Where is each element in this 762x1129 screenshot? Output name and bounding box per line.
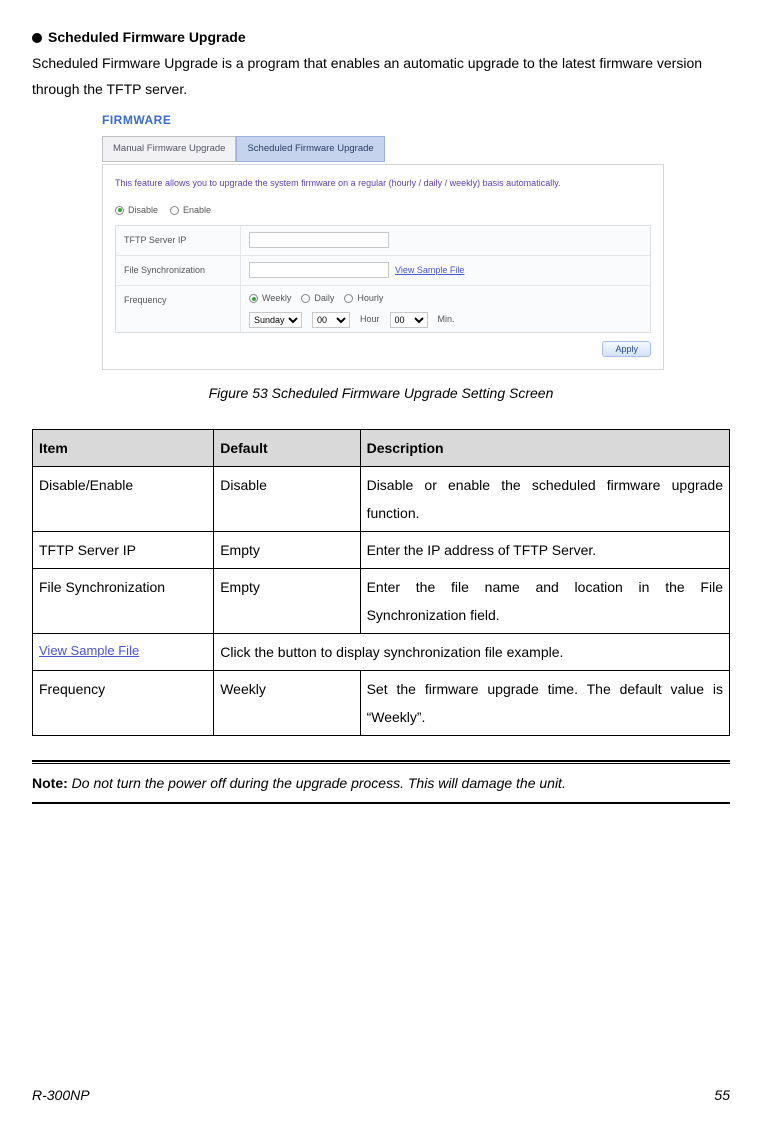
- table-row: TFTP Server IP Empty Enter the IP addres…: [33, 531, 730, 568]
- cell-desc: Enter the IP address of TFTP Server.: [360, 531, 729, 568]
- row-filesync: File Synchronization View Sample File: [116, 256, 650, 286]
- input-filesync[interactable]: [249, 262, 389, 278]
- footer-page: 55: [714, 1082, 730, 1109]
- cell-default: Empty: [214, 568, 360, 633]
- spec-table: Item Default Description Disable/Enable …: [32, 429, 730, 736]
- select-min[interactable]: 00: [390, 312, 428, 328]
- radio-enable[interactable]: [170, 206, 179, 215]
- daily-label: Daily: [314, 290, 334, 307]
- th-description: Description: [360, 429, 729, 466]
- note-text: Do not turn the power off during the upg…: [68, 775, 566, 791]
- table-row: File Synchronization Empty Enter the fil…: [33, 568, 730, 633]
- table-row: Disable/Enable Disable Disable or enable…: [33, 466, 730, 531]
- page-footer: R-300NP 55: [32, 1082, 730, 1109]
- label-filesync: File Synchronization: [116, 256, 241, 285]
- table-row: View Sample File Click the button to dis…: [33, 633, 730, 670]
- view-sample-link[interactable]: View Sample File: [395, 262, 464, 279]
- divider: [32, 760, 730, 762]
- note-label: Note:: [32, 775, 68, 791]
- firmware-panel: This feature allows you to upgrade the s…: [102, 164, 664, 371]
- hourly-label: Hourly: [357, 290, 383, 307]
- divider: [32, 802, 730, 804]
- tab-manual[interactable]: Manual Firmware Upgrade: [102, 136, 236, 162]
- firmware-brand: FIRMWARE: [102, 109, 664, 132]
- label-frequency: Frequency: [116, 286, 241, 332]
- intro-paragraph: Scheduled Firmware Upgrade is a program …: [32, 50, 730, 103]
- cell-item: Frequency: [33, 670, 214, 735]
- figure-caption: Figure 53 Scheduled Firmware Upgrade Set…: [32, 380, 730, 407]
- cell-desc: Set the firmware upgrade time. The defau…: [360, 670, 729, 735]
- note-block: Note: Do not turn the power off during t…: [32, 760, 730, 805]
- radio-daily[interactable]: [301, 294, 310, 303]
- select-hour[interactable]: 00: [312, 312, 350, 328]
- weekly-label: Weekly: [262, 290, 291, 307]
- table-header-row: Item Default Description: [33, 429, 730, 466]
- section-heading: Scheduled Firmware Upgrade: [32, 28, 730, 48]
- cell-desc-full: Click the button to display synchronizat…: [214, 633, 730, 670]
- footer-model: R-300NP: [32, 1082, 90, 1109]
- firmware-figure: FIRMWARE Manual Firmware Upgrade Schedul…: [102, 109, 664, 370]
- apply-button[interactable]: Apply: [602, 341, 651, 357]
- panel-description: This feature allows you to upgrade the s…: [115, 175, 651, 192]
- row-tftp: TFTP Server IP: [116, 226, 650, 256]
- firmware-form: TFTP Server IP File Synchronization View…: [115, 225, 651, 333]
- radio-disable[interactable]: [115, 206, 124, 215]
- th-default: Default: [214, 429, 360, 466]
- disable-label: Disable: [128, 202, 158, 219]
- divider: [32, 763, 730, 764]
- frequency-time: Sunday 00 Hour 00 Min.: [249, 311, 455, 328]
- cell-desc: Enter the file name and location in the …: [360, 568, 729, 633]
- cell-default: Empty: [214, 531, 360, 568]
- cell-item: TFTP Server IP: [33, 531, 214, 568]
- firmware-tabs: Manual Firmware Upgrade Scheduled Firmwa…: [102, 136, 664, 162]
- note-line: Note: Do not turn the power off during t…: [32, 770, 730, 797]
- bullet-icon: [32, 33, 42, 43]
- enable-label: Enable: [183, 202, 211, 219]
- cell-default: Weekly: [214, 670, 360, 735]
- input-tftp-ip[interactable]: [249, 232, 389, 248]
- cell-view-sample-link[interactable]: View Sample File: [33, 633, 214, 670]
- radio-hourly[interactable]: [344, 294, 353, 303]
- table-row: Frequency Weekly Set the firmware upgrad…: [33, 670, 730, 735]
- select-day[interactable]: Sunday: [249, 312, 302, 328]
- cell-desc: Disable or enable the scheduled firmware…: [360, 466, 729, 531]
- label-tftp: TFTP Server IP: [116, 226, 241, 255]
- radio-weekly[interactable]: [249, 294, 258, 303]
- apply-row: Apply: [115, 333, 651, 357]
- min-text: Min.: [438, 311, 455, 328]
- cell-item: Disable/Enable: [33, 466, 214, 531]
- enable-disable-row: Disable Enable: [115, 202, 651, 219]
- hour-text: Hour: [360, 311, 380, 328]
- section-title: Scheduled Firmware Upgrade: [48, 28, 246, 48]
- th-item: Item: [33, 429, 214, 466]
- row-frequency: Frequency Weekly Daily Hourly Sunday 00 …: [116, 286, 650, 332]
- tab-scheduled[interactable]: Scheduled Firmware Upgrade: [236, 136, 384, 162]
- frequency-options: Weekly Daily Hourly: [249, 290, 383, 307]
- cell-default: Disable: [214, 466, 360, 531]
- cell-item: File Synchronization: [33, 568, 214, 633]
